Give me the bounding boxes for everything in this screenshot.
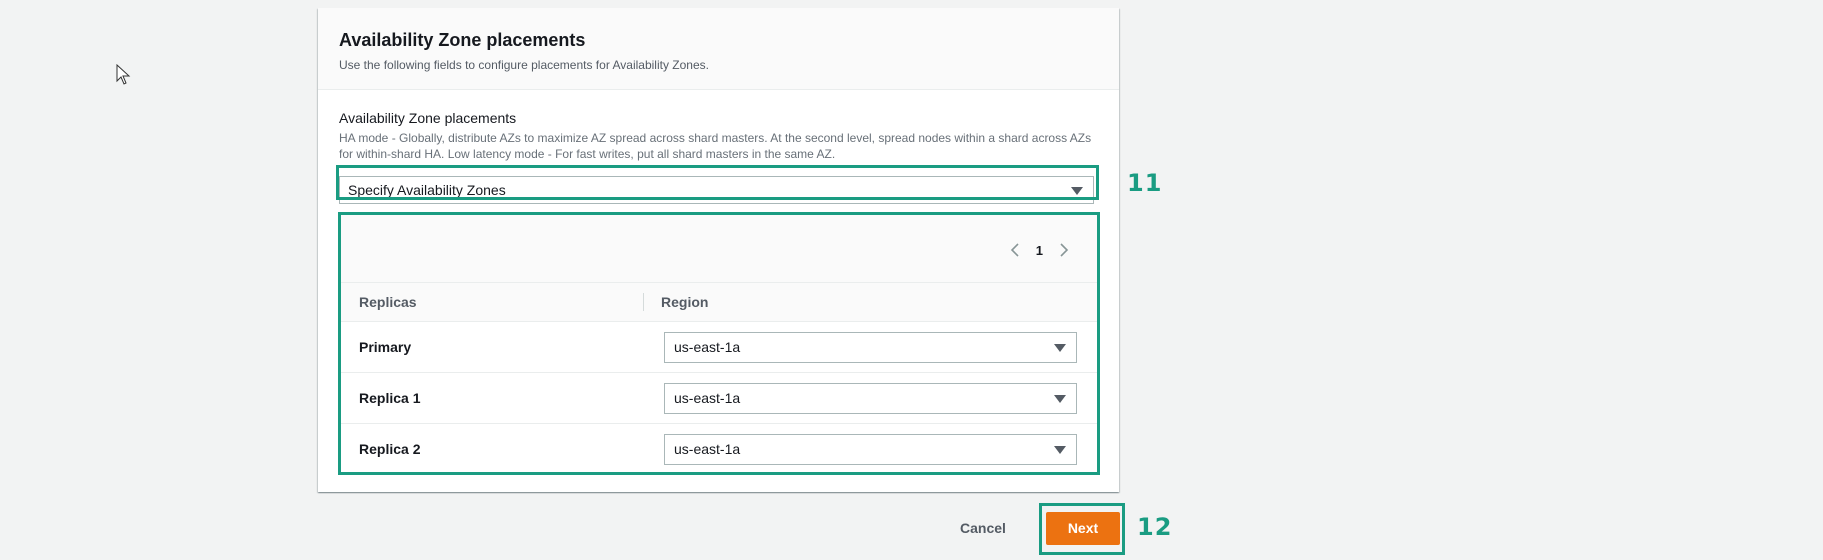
panel-header: Availability Zone placements Use the fol… <box>318 8 1119 90</box>
panel-description: Use the following fields to configure pl… <box>339 58 709 72</box>
panel-title: Availability Zone placements <box>339 30 586 50</box>
highlight-box-next <box>1039 503 1125 555</box>
cancel-button[interactable]: Cancel <box>960 517 1006 539</box>
highlight-box-placement-select <box>336 165 1099 200</box>
placement-field-label: Availability Zone placements <box>339 110 517 126</box>
step-number-12: 12 <box>1137 513 1173 541</box>
step-number-11: 11 <box>1127 169 1163 197</box>
placement-field-description: HA mode - Globally, distribute AZs to ma… <box>339 131 1092 161</box>
highlight-box-table <box>338 212 1100 475</box>
mouse-cursor-icon <box>116 64 131 85</box>
